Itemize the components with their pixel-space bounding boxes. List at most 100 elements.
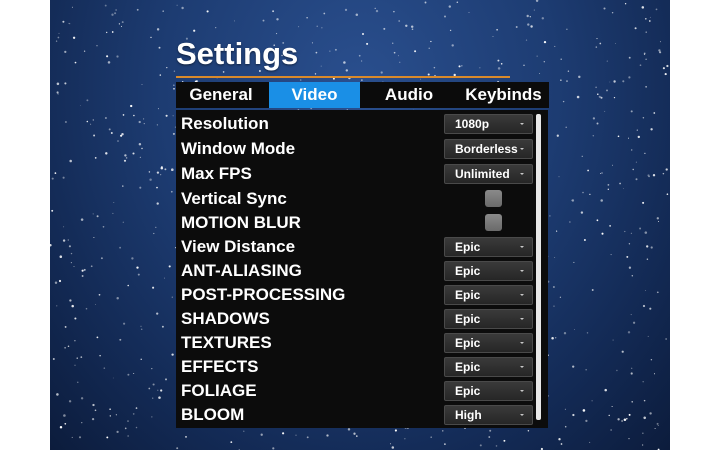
star <box>581 155 583 157</box>
star <box>56 393 59 396</box>
shadows-dropdown[interactable]: Epic <box>444 309 533 329</box>
star <box>645 86 647 88</box>
star <box>152 397 154 399</box>
star <box>105 152 108 155</box>
vertical-sync-checkbox[interactable] <box>485 190 502 207</box>
star <box>81 422 83 424</box>
tab-keybinds[interactable]: Keybinds <box>458 82 549 108</box>
star <box>655 8 658 11</box>
star <box>326 434 329 437</box>
star <box>632 321 636 324</box>
star <box>109 415 111 417</box>
tab-audio[interactable]: Audio <box>364 82 454 108</box>
star <box>533 9 535 11</box>
star <box>664 73 667 76</box>
star <box>585 369 587 371</box>
star <box>566 28 568 30</box>
star <box>106 31 108 34</box>
star <box>141 83 143 85</box>
dropdown-value: Epic <box>455 336 481 350</box>
star <box>527 23 530 26</box>
star <box>108 128 111 131</box>
star <box>622 80 625 83</box>
anti-aliasing-dropdown[interactable]: Epic <box>444 261 533 281</box>
star <box>529 16 531 18</box>
star <box>152 286 155 289</box>
setting-label: BLOOM <box>181 405 245 424</box>
dropdown-value: Epic <box>455 360 481 374</box>
star <box>560 58 562 61</box>
dropdown-value: Epic <box>455 288 481 302</box>
star <box>152 383 155 386</box>
star <box>641 444 644 446</box>
star <box>609 225 611 227</box>
star <box>630 372 633 375</box>
star <box>262 19 265 22</box>
star <box>599 42 602 45</box>
star <box>86 99 89 102</box>
star <box>595 46 598 48</box>
star <box>272 10 275 13</box>
star <box>559 296 562 298</box>
bloom-dropdown[interactable]: High <box>444 405 533 425</box>
star <box>78 436 82 439</box>
star <box>555 337 557 339</box>
resolution-dropdown[interactable]: 1080p <box>444 114 533 134</box>
star <box>578 75 581 79</box>
tab-video[interactable]: Video <box>269 82 360 108</box>
settings-scrollbar[interactable] <box>536 114 541 420</box>
foliage-dropdown[interactable]: Epic <box>444 381 533 401</box>
post-processing-dropdown[interactable]: Epic <box>444 285 533 305</box>
star <box>662 172 665 175</box>
view-distance-dropdown[interactable]: Epic <box>444 237 533 257</box>
star <box>658 221 660 222</box>
star <box>637 135 640 139</box>
setting-label: Max FPS <box>181 164 252 183</box>
star <box>523 64 525 67</box>
star <box>610 254 612 256</box>
star <box>159 74 162 76</box>
setting-row-view-distance: View Distance Epic <box>176 235 536 259</box>
setting-label: View Distance <box>181 237 296 256</box>
chevron-down-icon <box>520 246 524 248</box>
star <box>163 277 165 279</box>
star <box>54 172 57 174</box>
dropdown-value: Unlimited <box>455 167 510 181</box>
star <box>614 43 616 45</box>
star <box>644 17 647 20</box>
star <box>649 16 651 18</box>
star <box>157 108 159 110</box>
star <box>158 46 161 49</box>
star <box>176 4 178 6</box>
star <box>63 414 66 417</box>
star <box>397 55 399 57</box>
star <box>623 188 624 189</box>
star <box>627 331 631 334</box>
setting-row-anti-aliasing: ANT-ALIASING Epic <box>176 259 536 283</box>
star <box>117 140 119 142</box>
textures-dropdown[interactable]: Epic <box>444 333 533 353</box>
star <box>361 32 365 36</box>
star <box>355 13 359 17</box>
star <box>596 122 599 125</box>
star <box>628 438 630 440</box>
tab-general[interactable]: General <box>176 82 266 108</box>
star <box>666 64 669 68</box>
max-fps-dropdown[interactable]: Unlimited <box>444 164 533 184</box>
star <box>566 80 568 82</box>
star <box>645 58 647 61</box>
scrollbar-thumb[interactable] <box>536 114 541 420</box>
star <box>630 149 633 151</box>
motion-blur-checkbox[interactable] <box>485 214 502 231</box>
star <box>63 226 65 228</box>
star <box>74 340 76 342</box>
star <box>456 1 459 3</box>
effects-dropdown[interactable]: Epic <box>444 357 533 377</box>
star <box>68 400 72 403</box>
star <box>133 373 135 374</box>
chevron-down-icon <box>520 173 524 175</box>
star <box>136 8 139 11</box>
star <box>624 3 627 5</box>
window-mode-dropdown[interactable]: Borderless <box>444 139 533 159</box>
star <box>642 381 644 383</box>
